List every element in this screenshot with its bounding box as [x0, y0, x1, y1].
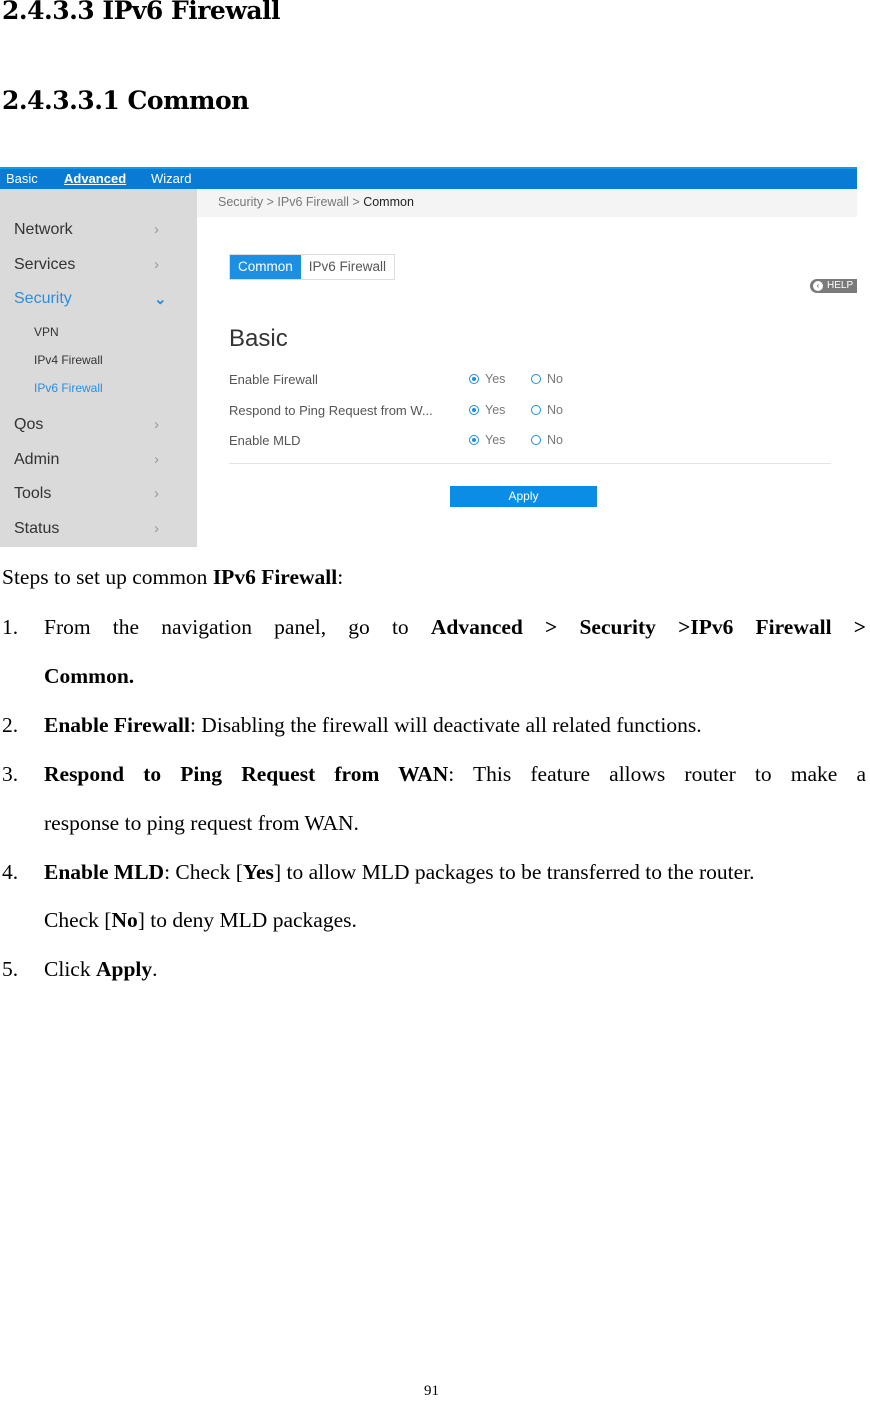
step-number: 5.: [2, 957, 19, 981]
step-3-continued: response to ping request from WAN.: [44, 811, 359, 835]
enable-firewall-label: Enable Firewall: [229, 372, 318, 387]
nav-tab-wizard[interactable]: Wizard: [151, 171, 191, 186]
step-number: 4.: [2, 860, 19, 884]
breadcrumb-current: Common: [363, 195, 414, 209]
step-number: 2.: [2, 713, 19, 737]
page-number: 91: [424, 1383, 439, 1399]
sidebar-item-tools[interactable]: Tools: [14, 485, 51, 503]
sidebar-item-services[interactable]: Services: [14, 256, 75, 274]
enable-firewall-yes-radio[interactable]: [469, 374, 479, 384]
step-4-text: Enable MLD: Check [Yes] to allow MLD pac…: [44, 860, 755, 884]
sidebar-item-admin[interactable]: Admin: [14, 451, 59, 469]
sub-tabs: Common IPv6 Firewall: [229, 254, 396, 280]
enable-firewall-no-radio[interactable]: [531, 374, 541, 384]
sidebar-item-status[interactable]: Status: [14, 520, 59, 538]
sidebar-subitem-ipv4-firewall[interactable]: IPv4 Firewall: [34, 353, 103, 367]
tab-common[interactable]: Common: [230, 255, 301, 279]
section-title: Basic: [229, 325, 288, 352]
chevron-right-icon: ›: [154, 256, 159, 273]
step-number: 1.: [2, 615, 19, 639]
step-2-text: Enable Firewall: Disabling the firewall …: [44, 713, 702, 737]
help-button[interactable]: ‹ HELP: [810, 279, 857, 293]
radio-label-no: No: [547, 433, 563, 447]
help-chevron-icon: ‹: [813, 281, 823, 291]
radio-label-no: No: [547, 403, 563, 417]
top-nav-bar: Basic Advanced Wizard: [0, 167, 857, 189]
radio-label-yes: Yes: [485, 403, 506, 417]
sidebar: Network › Services › Security ⌄ VPN IPv4…: [0, 189, 197, 547]
intro-text: Steps to set up common IPv6 Firewall:: [2, 565, 344, 589]
step-5-text: Click Apply.: [44, 957, 158, 981]
step-3-text: Respond to Ping Request from WAN: This f…: [44, 762, 867, 786]
apply-button[interactable]: Apply: [450, 486, 597, 507]
divider: [229, 463, 831, 464]
nav-tab-advanced[interactable]: Advanced: [64, 171, 126, 186]
step-1-continued: Common.: [44, 664, 135, 688]
tab-ipv6-firewall[interactable]: IPv6 Firewall: [300, 255, 395, 279]
chevron-right-icon: ›: [154, 221, 159, 238]
nav-tab-basic[interactable]: Basic: [6, 171, 38, 186]
section-heading: 2.4.3.3 IPv6 Firewall: [2, 0, 281, 25]
chevron-right-icon: ›: [154, 416, 159, 433]
ping-request-no-radio[interactable]: [531, 405, 541, 415]
enable-mld-label: Enable MLD: [229, 433, 301, 448]
subsection-heading: 2.4.3.3.1 Common: [2, 86, 249, 115]
chevron-down-icon: ⌄: [154, 291, 167, 308]
chevron-right-icon: ›: [154, 520, 159, 537]
enable-mld-yes-radio[interactable]: [469, 435, 479, 445]
radio-label-yes: Yes: [485, 372, 506, 386]
step-4-continued: Check [No] to deny MLD packages.: [44, 908, 357, 932]
help-label: HELP: [827, 280, 854, 291]
step-1-text: From the navigation panel, go to Advance…: [44, 615, 866, 639]
radio-label-no: No: [547, 372, 563, 386]
sidebar-item-qos[interactable]: Qos: [14, 416, 43, 434]
sidebar-item-network[interactable]: Network: [14, 221, 73, 239]
sidebar-item-security[interactable]: Security: [14, 290, 72, 308]
step-number: 3.: [2, 762, 19, 786]
router-ui-screenshot: Basic Advanced Wizard Network › Services…: [0, 167, 857, 547]
chevron-right-icon: ›: [154, 485, 159, 502]
sidebar-subitem-ipv6-firewall[interactable]: IPv6 Firewall: [34, 381, 103, 395]
enable-mld-no-radio[interactable]: [531, 435, 541, 445]
breadcrumb: Security > IPv6 Firewall > Common: [197, 189, 857, 217]
ping-request-label: Respond to Ping Request from W...: [229, 403, 433, 418]
sidebar-subitem-vpn[interactable]: VPN: [34, 325, 59, 339]
breadcrumb-path: Security > IPv6 Firewall >: [218, 195, 364, 209]
chevron-right-icon: ›: [154, 451, 159, 468]
radio-label-yes: Yes: [485, 433, 506, 447]
ping-request-yes-radio[interactable]: [469, 405, 479, 415]
